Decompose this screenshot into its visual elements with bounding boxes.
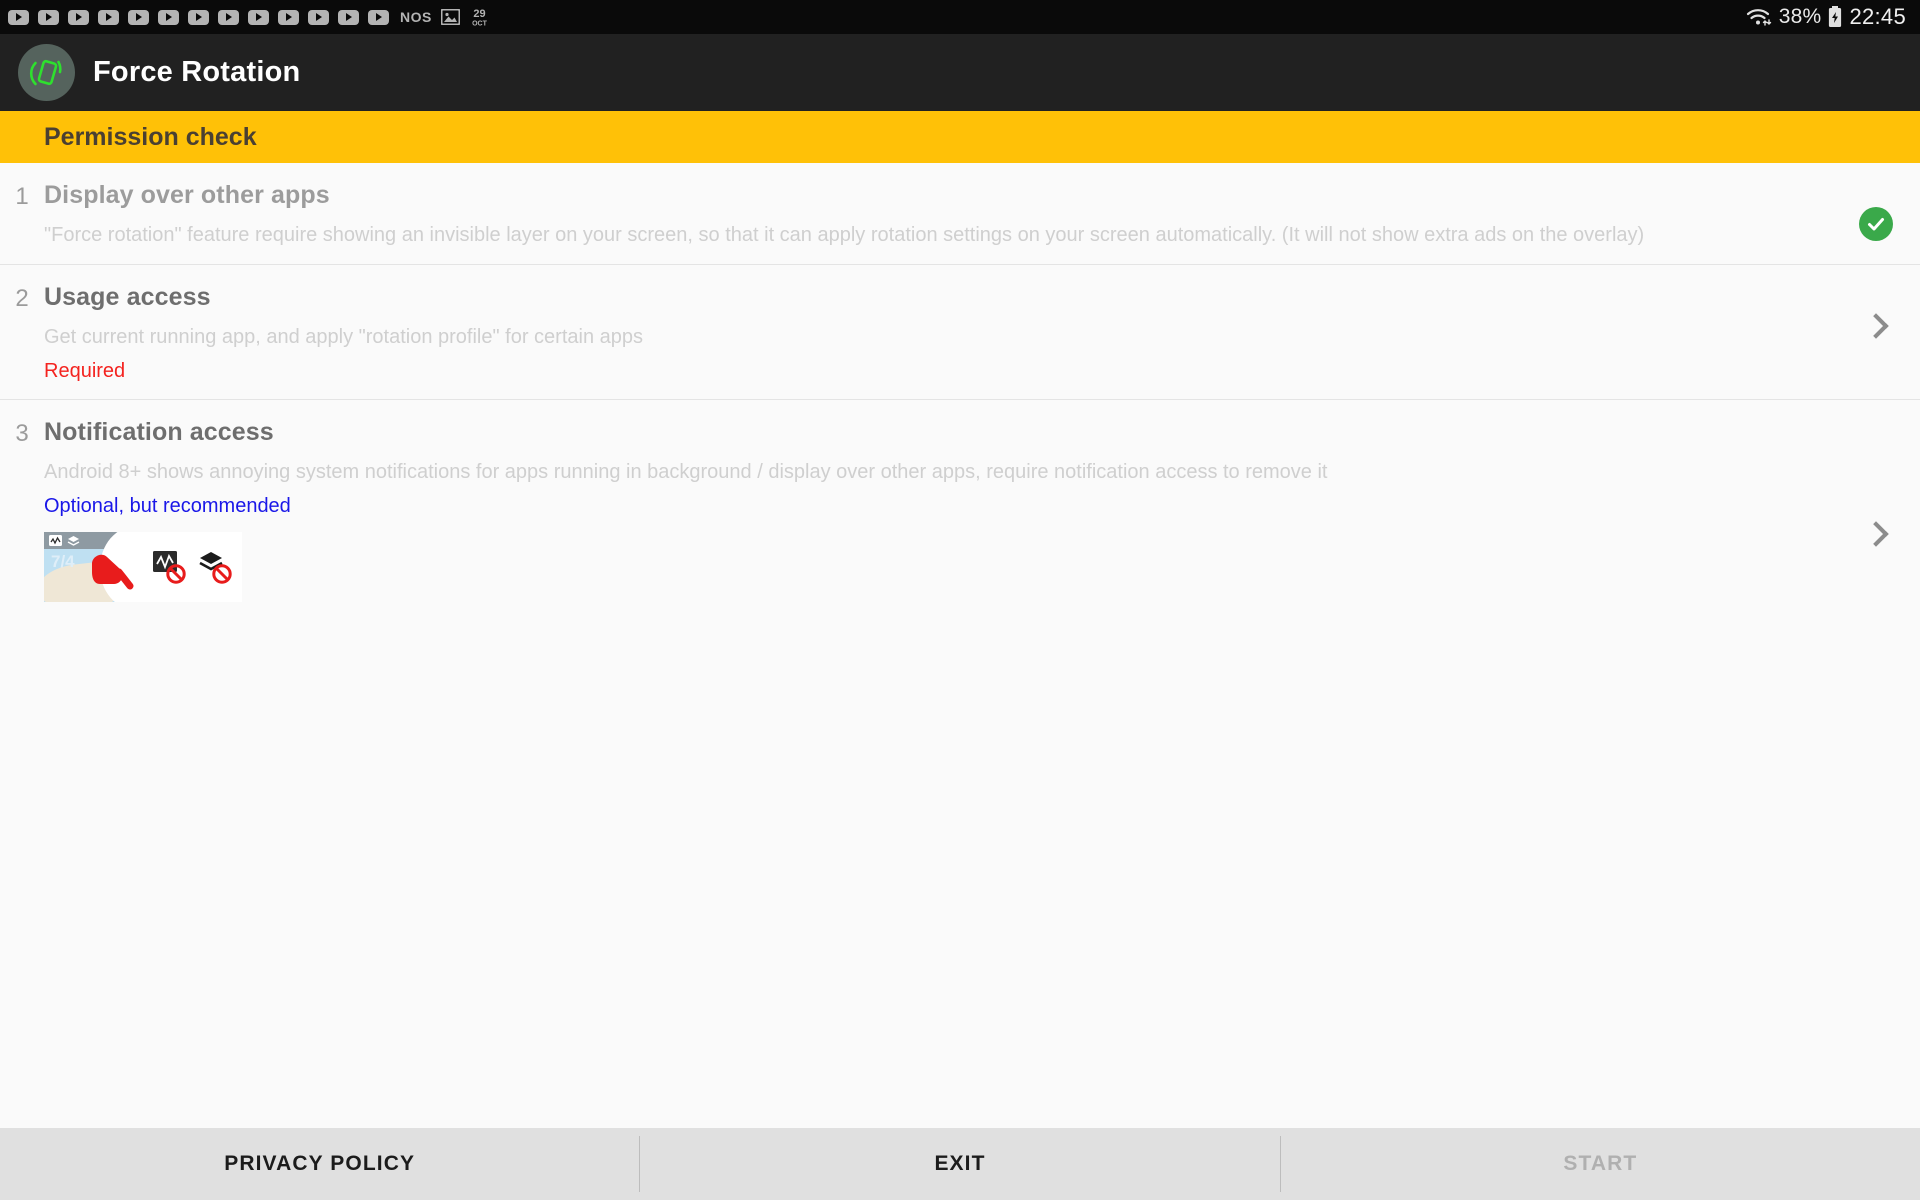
svg-text:OCT: OCT <box>472 21 488 28</box>
permission-row-usage-access[interactable]: 2 Usage access Get current running app, … <box>0 265 1920 400</box>
status-badge-required: Required <box>44 360 126 382</box>
permission-granted-indicator <box>1850 207 1902 241</box>
permission-title: Notification access <box>44 418 274 446</box>
map-screenshot-thumbnail: 7/4 <box>44 532 144 602</box>
layers-icon-disabled <box>199 552 232 584</box>
play-chip-icon <box>278 9 299 25</box>
notification-open-settings-chevron[interactable] <box>1850 521 1902 547</box>
privacy-policy-button[interactable]: PRIVACY POLICY <box>0 1128 639 1200</box>
chevron-right-icon <box>1863 521 1889 547</box>
play-chip-icon <box>158 9 179 25</box>
permission-description: Android 8+ shows annoying system notific… <box>44 461 1328 483</box>
force-rotation-app-icon <box>18 44 75 101</box>
image-icon <box>440 9 460 25</box>
permission-check-banner: Permission check <box>0 111 1920 163</box>
play-chip-icon <box>68 9 89 25</box>
permission-description: "Force rotation" feature require showing… <box>44 224 1645 246</box>
permission-open-settings-chevron[interactable] <box>1850 313 1902 339</box>
permission-number: 3 <box>15 420 29 447</box>
play-chip-icon <box>128 9 149 25</box>
status-bar-notifications: NOS 29 OCT <box>8 7 490 27</box>
icons-screenshot-thumbnail <box>144 532 242 602</box>
banner-title: Permission check <box>44 122 257 151</box>
permission-row-notification-access[interactable]: 3 Notification access Android 8+ shows a… <box>0 400 1920 618</box>
map-thumbnail-label: 7/4 <box>51 552 75 571</box>
play-chip-icon <box>368 9 389 25</box>
bottom-action-bar: PRIVACY POLICY EXIT START <box>0 1128 1920 1200</box>
permission-row-display-over-other-apps[interactable]: 1 Display over other apps "Force rotatio… <box>0 163 1920 265</box>
notification-example-thumbnails: 7/4 <box>44 532 1850 602</box>
play-chip-icon <box>188 9 209 25</box>
play-chip-icon <box>248 9 269 25</box>
play-chip-icon <box>8 9 29 25</box>
app-bar: Force Rotation <box>0 34 1920 111</box>
check-circle-icon <box>1859 207 1893 241</box>
permission-title: Display over other apps <box>44 181 330 209</box>
play-chip-icon <box>218 9 239 25</box>
play-chip-icon <box>38 9 59 25</box>
svg-text:29: 29 <box>473 8 485 20</box>
nos-label: NOS <box>400 9 432 25</box>
exit-button[interactable]: EXIT <box>640 1128 1279 1200</box>
red-pointing-hand-icon <box>92 554 134 590</box>
clock-label: 22:45 <box>1849 4 1906 29</box>
status-bar[interactable]: NOS 29 OCT 38% 22:45 <box>0 0 1920 34</box>
calendar-icon: 29 OCT <box>469 7 490 27</box>
play-chip-icon <box>308 9 329 25</box>
battery-percent-label: 38% <box>1778 5 1822 28</box>
permission-title: Usage access <box>44 283 211 311</box>
wifi-icon <box>1746 7 1772 27</box>
permission-number: 1 <box>15 183 29 210</box>
chart-icon-disabled <box>153 551 186 584</box>
chevron-right-icon <box>1863 313 1889 339</box>
permission-number: 2 <box>15 285 29 312</box>
page-title: Force Rotation <box>93 56 301 88</box>
battery-charging-icon <box>1828 6 1842 28</box>
start-button[interactable]: START <box>1281 1128 1920 1200</box>
permission-description: Get current running app, and apply "rota… <box>44 326 643 348</box>
permission-list: 1 Display over other apps "Force rotatio… <box>0 163 1920 618</box>
play-chip-icon <box>98 9 119 25</box>
status-badge-optional: Optional, but recommended <box>44 495 291 517</box>
play-chip-icon <box>338 9 359 25</box>
status-bar-system: 38% 22:45 <box>1746 4 1906 30</box>
